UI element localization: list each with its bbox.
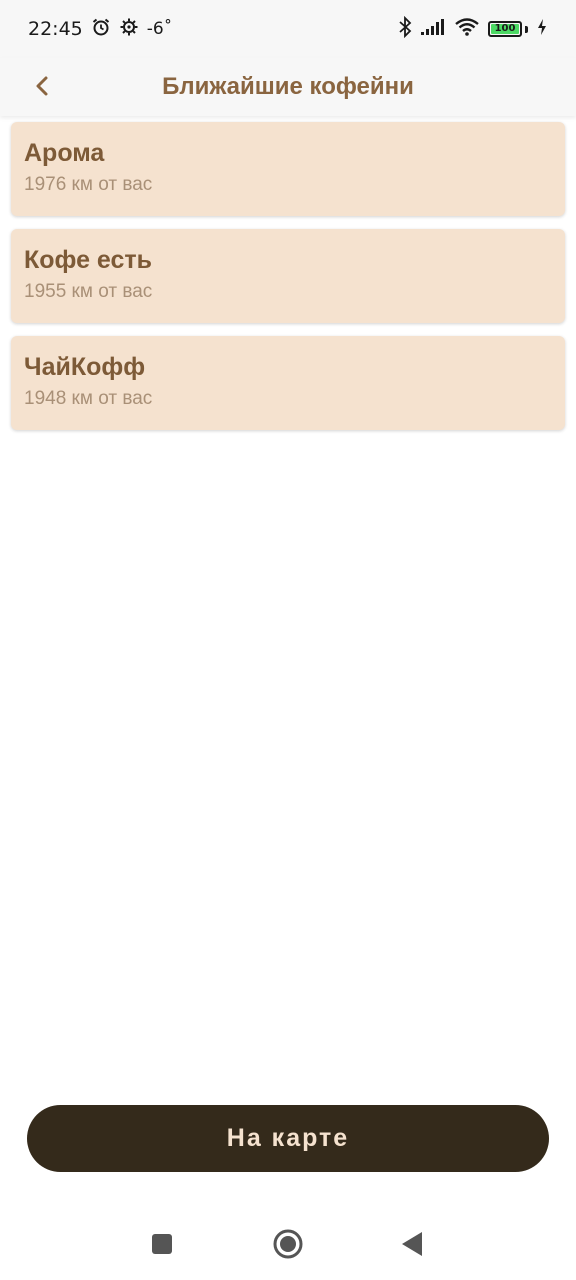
status-left: 22:45 -6˚ <box>28 17 172 42</box>
alarm-icon <box>91 17 111 42</box>
status-bar: 22:45 -6˚ 100 <box>0 0 576 58</box>
coffee-shop-distance: 1948 км от вас <box>24 388 153 409</box>
show-on-map-button[interactable]: На карте <box>27 1105 549 1172</box>
nav-home-button[interactable] <box>268 1229 308 1264</box>
coffee-shop-distance: 1976 км от вас <box>24 174 153 195</box>
nav-back-button[interactable] <box>392 1230 432 1262</box>
coffee-shop-name: Арома <box>24 139 105 167</box>
charging-icon <box>536 18 548 41</box>
nav-recents-icon <box>151 1233 173 1260</box>
page-title: Ближайшие кофейни <box>162 73 414 100</box>
coffee-shop-name: ЧайКофф <box>24 353 146 381</box>
coffee-shop-distance: 1955 км от вас <box>24 281 153 302</box>
status-temperature: -6˚ <box>146 19 173 39</box>
wifi-icon <box>454 17 480 42</box>
status-time: 22:45 <box>28 18 83 40</box>
app-bar: Ближайшие кофейни <box>0 58 576 116</box>
battery-level: 100 <box>494 23 516 34</box>
nav-home-icon <box>273 1229 303 1264</box>
coffee-shop-list: Арома 1976 км от вас Кофе есть 1955 км о… <box>11 122 565 443</box>
coffee-shop-card[interactable]: Кофе есть 1955 км от вас <box>11 229 565 323</box>
bluetooth-icon <box>398 15 412 43</box>
nav-back-icon <box>401 1231 423 1262</box>
back-arrow-icon <box>35 75 49 102</box>
back-button[interactable] <box>22 68 62 108</box>
nav-recents-button[interactable] <box>142 1230 182 1262</box>
system-nav-bar <box>0 1210 576 1280</box>
coffee-shop-card[interactable]: Арома 1976 км от вас <box>11 122 565 216</box>
battery-icon: 100 <box>488 21 528 37</box>
coffee-shop-name: Кофе есть <box>24 246 153 274</box>
signal-icon <box>420 18 446 41</box>
coffee-shop-card[interactable]: ЧайКофф 1948 км от вас <box>11 336 565 430</box>
show-on-map-label: На карте <box>226 1124 350 1152</box>
settings-icon <box>119 17 139 42</box>
status-right: 100 <box>398 15 548 43</box>
